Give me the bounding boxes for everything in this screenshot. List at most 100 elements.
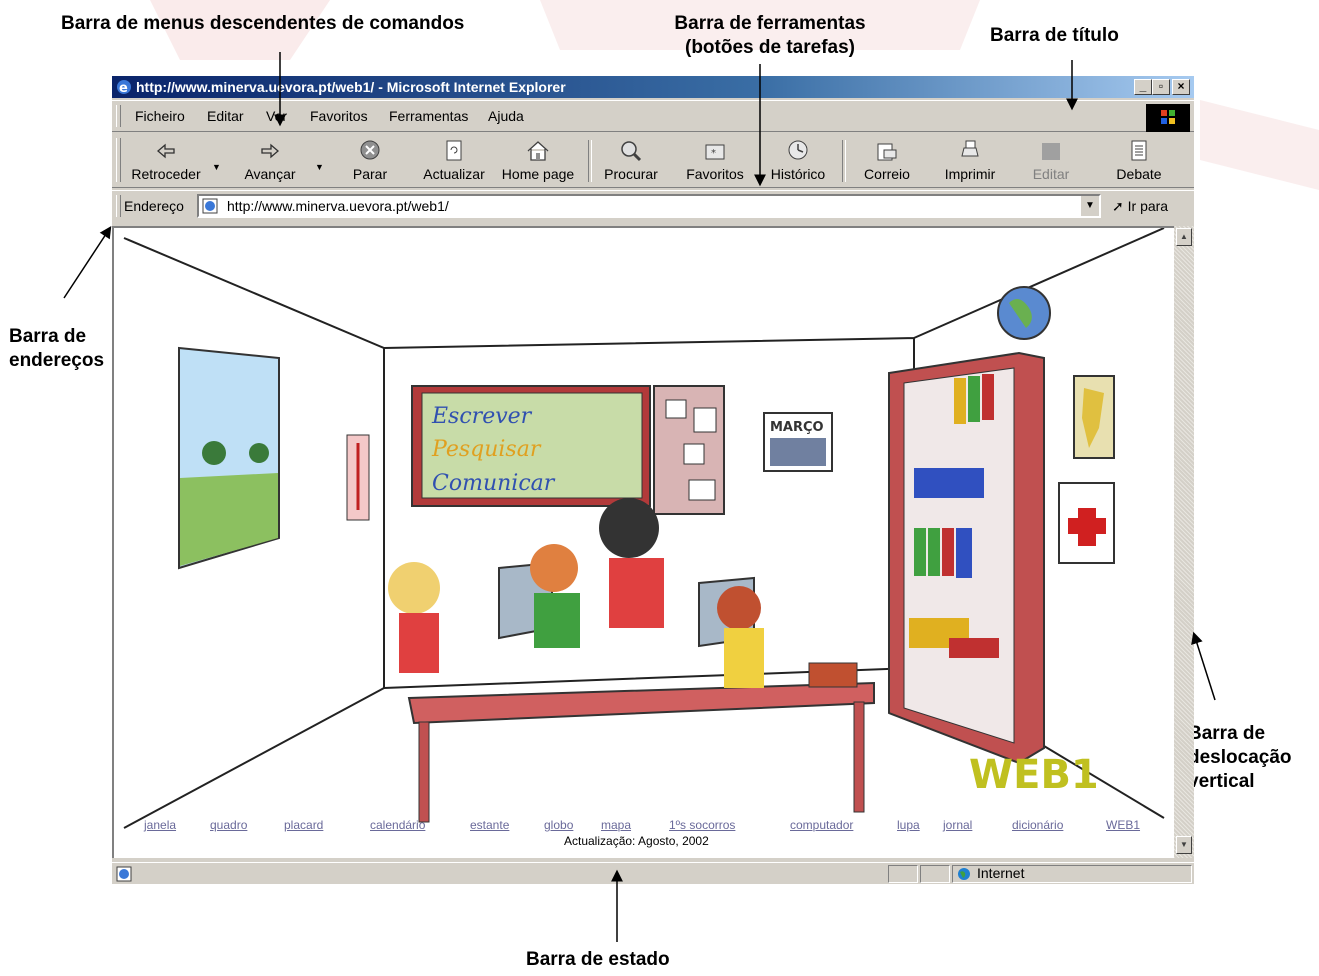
toolbar-grip[interactable] [116, 138, 121, 182]
map[interactable] [1073, 375, 1115, 459]
minimize-button[interactable]: _ [1134, 79, 1152, 95]
link-globo[interactable]: globo [544, 818, 573, 832]
bookshelf[interactable] [888, 351, 1045, 765]
favorites-icon: * [705, 144, 725, 160]
refresh-icon [446, 140, 462, 161]
forward-button[interactable]: Avançar [234, 136, 306, 186]
forward-dropdown-icon[interactable]: ▼ [315, 162, 324, 172]
link-dicionario[interactable]: dicionário [1012, 818, 1063, 832]
link-janela[interactable]: janela [144, 818, 176, 832]
address-dropdown-icon[interactable]: ▼ [1080, 196, 1099, 216]
address-input[interactable]: http://www.minerva.uevora.pt/web1/ ▼ [197, 194, 1101, 218]
address-grip[interactable] [116, 195, 121, 217]
scroll-up-icon[interactable]: ▲ [1176, 228, 1192, 246]
toolbar: Retroceder ▼ Avançar ▼ Parar Actualizar … [112, 134, 1194, 188]
ie-logo-icon: e [117, 80, 131, 95]
menu-ver[interactable]: Ver [266, 108, 287, 124]
menu-editar[interactable]: Editar [207, 108, 244, 124]
menu-ferramentas[interactable]: Ferramentas [389, 108, 468, 124]
go-label: Ir para [1127, 198, 1169, 214]
home-button[interactable]: Home page [498, 136, 578, 186]
link-web1[interactable]: WEB1 [1106, 818, 1140, 832]
home-icon [527, 141, 549, 161]
menu-favoritos[interactable]: Favoritos [310, 108, 368, 124]
link-estante[interactable]: estante [470, 818, 509, 832]
maximize-button[interactable]: ▫ [1152, 79, 1170, 95]
link-quadro[interactable]: quadro [210, 818, 247, 832]
status-panel-1 [888, 865, 918, 883]
print-icon [961, 140, 979, 157]
link-mapa[interactable]: mapa [601, 818, 631, 832]
menu-grip[interactable] [116, 105, 121, 127]
link-lupa[interactable]: lupa [897, 818, 920, 832]
history-label: Histórico [770, 166, 826, 182]
browser-window: e http://www.minerva.uevora.pt/web1/ - M… [112, 76, 1194, 884]
back-dropdown-icon[interactable]: ▼ [212, 162, 221, 172]
discuss-icon [1131, 140, 1147, 161]
callout-title-bar: Barra de título [990, 25, 1119, 46]
back-label: Retroceder [131, 166, 201, 182]
notice-board[interactable] [653, 385, 725, 515]
board-word-communicate: Comunicar [432, 471, 556, 496]
status-zone-label: Internet [977, 865, 1025, 881]
link-primeiros-socorros[interactable]: 1ºs socorros [669, 818, 735, 832]
page-icon [202, 198, 218, 214]
address-label: Endereço [124, 198, 184, 214]
edit-button[interactable]: Editar [1024, 136, 1078, 186]
go-arrow-icon: ➚ [1112, 198, 1124, 214]
menu-ficheiro[interactable]: Ficheiro [135, 108, 185, 124]
link-calendario[interactable]: calendário [370, 818, 425, 832]
calendar-month: MARÇO [770, 420, 824, 435]
callout-menu-bar: Barra de menus descendentes de comandos [61, 13, 465, 34]
page-content: Escrever Pesquisar Comunicar MARÇO WEB1 … [112, 226, 1174, 858]
board-word-write: Escrever [431, 404, 533, 429]
mail-label: Correio [864, 166, 910, 182]
address-url: http://www.minerva.uevora.pt/web1/ [227, 198, 449, 214]
history-button[interactable]: Histórico [766, 136, 830, 186]
window-picture[interactable] [178, 346, 280, 570]
mail-button[interactable]: Correio [856, 136, 918, 186]
menu-bar: Ficheiro Editar Ver Favoritos Ferramenta… [112, 100, 1194, 132]
web1-logo[interactable]: WEB1 [969, 752, 1099, 798]
mail-icon [877, 143, 897, 161]
callout-toolbar-line1: Barra de ferramentas [674, 13, 866, 34]
callout-status-bar: Barra de estado [526, 949, 670, 970]
status-panel-2 [920, 865, 950, 883]
refresh-label: Actualizar [423, 166, 485, 182]
vertical-scrollbar[interactable]: ▲ ▼ [1174, 226, 1194, 858]
go-button[interactable]: ➚ Ir para [1112, 198, 1168, 215]
status-zone: Internet [952, 865, 1192, 883]
link-placard[interactable]: placard [284, 818, 323, 832]
classroom-illustration: Escrever Pesquisar Comunicar MARÇO WEB1 [123, 228, 1165, 829]
search-button[interactable]: Procurar [600, 136, 662, 186]
back-button[interactable]: Retroceder [126, 136, 206, 186]
menu-ajuda[interactable]: Ajuda [488, 108, 524, 124]
dictionary[interactable] [808, 662, 858, 688]
page-status-icon [116, 866, 132, 882]
first-aid-kit[interactable] [1058, 482, 1115, 564]
link-computador[interactable]: computador [790, 818, 853, 832]
stop-button[interactable]: Parar [344, 136, 396, 186]
stop-icon [360, 140, 380, 160]
home-label: Home page [501, 166, 575, 182]
globe[interactable] [997, 286, 1051, 340]
address-bar: Endereço http://www.minerva.uevora.pt/we… [112, 190, 1194, 222]
link-jornal[interactable]: jornal [943, 818, 972, 832]
blackboard[interactable]: Escrever Pesquisar Comunicar [411, 385, 651, 507]
calendar[interactable]: MARÇO [763, 412, 833, 472]
scroll-down-icon[interactable]: ▼ [1176, 836, 1192, 854]
toolbar-separator-2 [842, 140, 846, 182]
favorites-button[interactable]: * Favoritos [682, 136, 748, 186]
edit-label: Editar [1032, 166, 1070, 182]
callout-toolbar: Barra de ferramentas (botões de tarefas) [645, 12, 895, 60]
svg-text:*: * [711, 148, 716, 159]
discuss-button[interactable]: Debate [1108, 136, 1170, 186]
close-button[interactable]: × [1172, 79, 1190, 95]
callout-scroll-bar: Barra de deslocação vertical [1188, 722, 1292, 794]
refresh-button[interactable]: Actualizar [420, 136, 488, 186]
callout-scroll-line1: Barra de [1188, 723, 1266, 744]
print-button[interactable]: Imprimir [940, 136, 1000, 186]
callout-address-line2: endereços [9, 350, 105, 371]
callout-address-bar: Barra de endereços [9, 325, 104, 373]
title-bar[interactable]: e http://www.minerva.uevora.pt/web1/ - M… [112, 76, 1194, 98]
